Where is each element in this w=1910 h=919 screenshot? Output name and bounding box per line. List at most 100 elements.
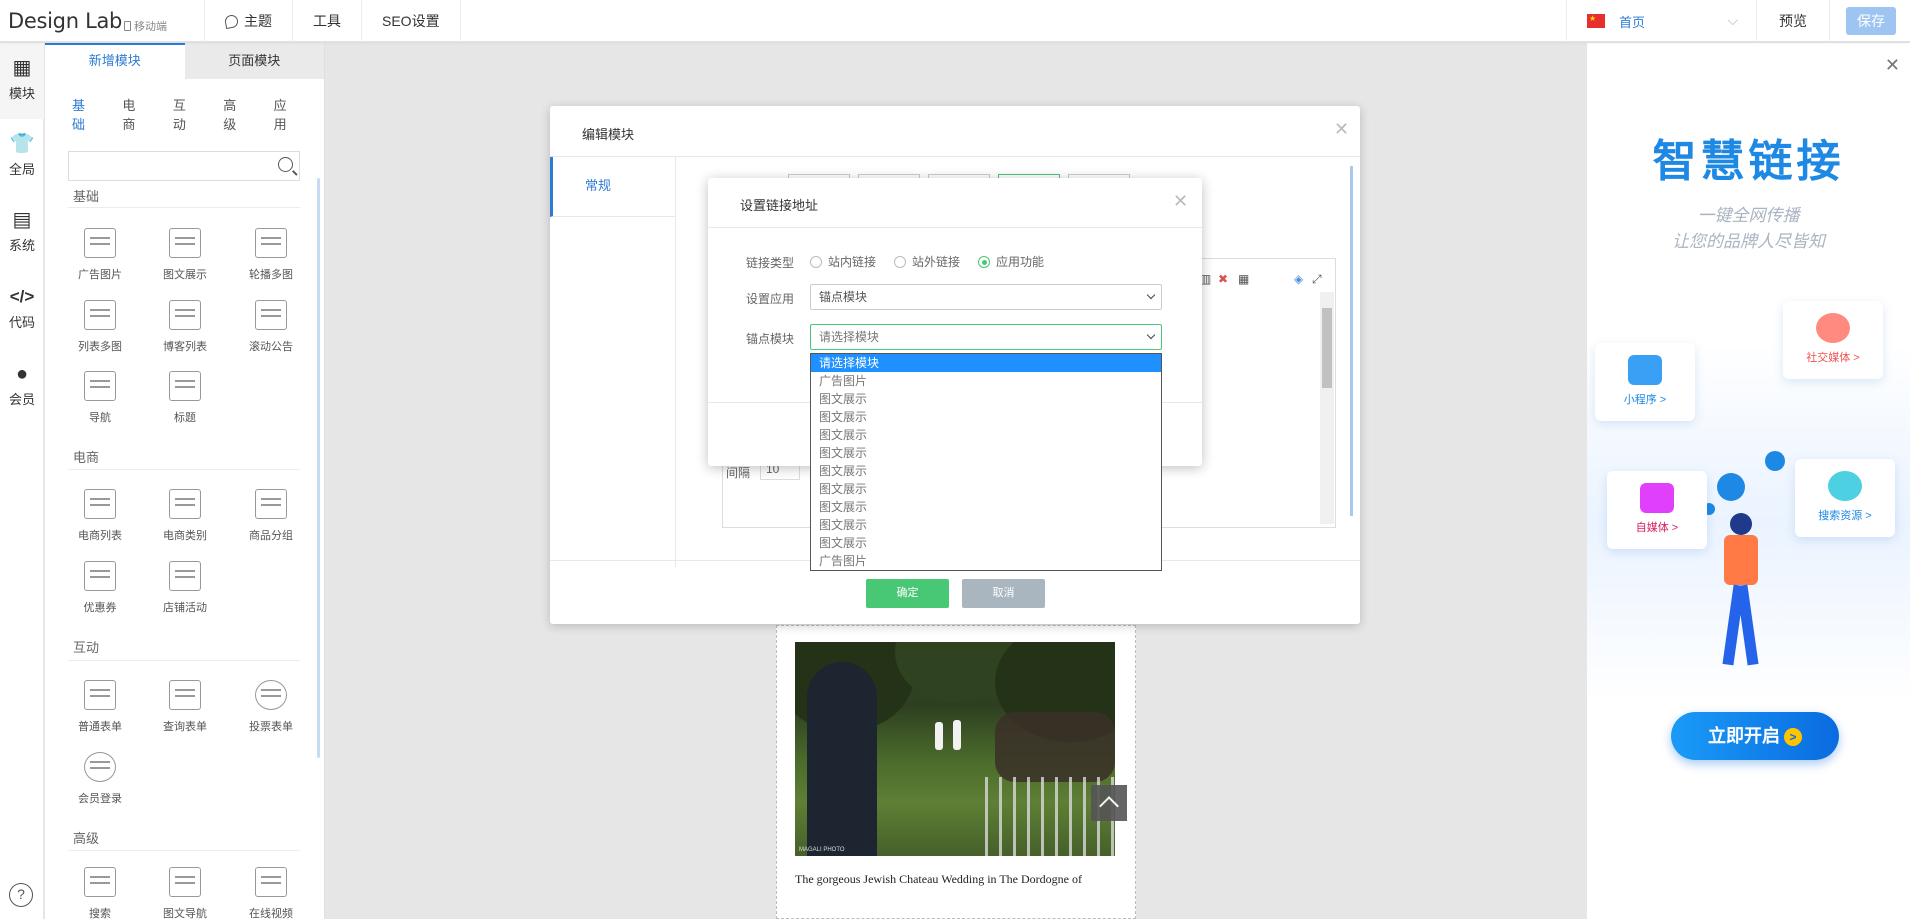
module-panel: 新增模块 页面模块 基础 电商 互动 高级 应用 基础 广告图片 图文展示 轮播…: [45, 43, 325, 919]
close-icon[interactable]: ✕: [1885, 55, 1900, 76]
module-carousel[interactable]: 轮播多图: [231, 228, 311, 282]
source-icon[interactable]: ◈: [1294, 272, 1303, 286]
tab-general[interactable]: 常规: [550, 157, 675, 217]
module-blog-list[interactable]: 博客列表: [145, 300, 225, 354]
radio-external-link[interactable]: 站外链接: [894, 253, 960, 270]
module-label: 博客列表: [163, 341, 207, 353]
scroll-to-top-button[interactable]: [1091, 785, 1127, 821]
dropdown-option[interactable]: 图文展示: [811, 408, 1161, 426]
nav-theme[interactable]: 主题: [205, 0, 293, 42]
promo-card-social-media[interactable]: 社交媒体 >: [1783, 301, 1883, 379]
module-label: 滚动公告: [249, 341, 293, 353]
save-button[interactable]: 保存: [1846, 7, 1896, 35]
canvas-image-text-block[interactable]: MAGALI PHOTO The gorgeous Jewish Chateau…: [776, 625, 1136, 919]
page-selector[interactable]: 首页 ⌵: [1566, 0, 1756, 42]
module-store-event[interactable]: 店铺活动: [145, 561, 225, 615]
radio-internal-link[interactable]: 站内链接: [810, 253, 876, 270]
radio-app-function[interactable]: 应用功能: [978, 253, 1044, 270]
rail-item-modules[interactable]: ▦ 模块: [0, 43, 44, 119]
module-panel-scrollbar[interactable]: [317, 178, 320, 758]
module-search-input[interactable]: [68, 151, 300, 181]
promo-card-mini-program[interactable]: 小程序 >: [1595, 343, 1695, 421]
grid-icon: ▦: [12, 57, 32, 79]
grid-tool-icon[interactable]: ▦: [1238, 272, 1249, 286]
nav-tools[interactable]: 工具: [293, 0, 362, 42]
module-list-images[interactable]: 列表多图: [60, 300, 140, 354]
dropdown-option[interactable]: 广告图片: [811, 552, 1161, 570]
mobile-toggle[interactable]: 移动端: [124, 18, 167, 34]
close-icon[interactable]: ✕: [1173, 192, 1188, 210]
radio-label: 站内链接: [828, 255, 877, 269]
promo-card-self-media[interactable]: 自媒体 >: [1607, 471, 1707, 549]
mobile-label: 移动端: [134, 21, 167, 33]
scroll-thumb[interactable]: [1322, 308, 1332, 388]
anchor-module-select[interactable]: 请选择模块: [810, 324, 1162, 350]
card-label: 自媒体 >: [1635, 522, 1679, 534]
promo-card-search-resources[interactable]: 搜索资源 >: [1795, 459, 1895, 537]
radio-label: 站外链接: [912, 255, 961, 269]
anchor-module-dropdown: 请选择模块 广告图片 图文展示 图文展示 图文展示 图文展示 图文展示 图文展示…: [810, 353, 1162, 571]
editor-scrollbar[interactable]: [1320, 292, 1334, 524]
blog-list-icon: [169, 300, 201, 330]
preview-button[interactable]: 预览: [1756, 0, 1830, 42]
module-video[interactable]: 在线视频: [231, 867, 311, 919]
tab-new-modules[interactable]: 新增模块: [45, 43, 185, 79]
dropdown-option[interactable]: 图文展示: [811, 462, 1161, 480]
module-label: 电商列表: [78, 530, 122, 542]
dropdown-option[interactable]: 请选择模块: [811, 354, 1161, 372]
module-vote-form[interactable]: 投票表单: [231, 680, 311, 734]
rail-item-system[interactable]: ▤ 系统: [0, 209, 44, 254]
module-title[interactable]: 标题: [145, 371, 225, 425]
close-icon[interactable]: ✕: [1334, 120, 1349, 138]
fullscreen-icon[interactable]: ⤢: [1312, 272, 1322, 287]
rail-item-code[interactable]: </> 代码: [0, 286, 44, 331]
dropdown-option[interactable]: 图文展示: [811, 516, 1161, 534]
module-form[interactable]: 普通表单: [60, 680, 140, 734]
cancel-button[interactable]: 取消: [962, 579, 1045, 608]
dropdown-option[interactable]: 广告图片: [811, 372, 1161, 390]
category-apps[interactable]: 应用: [274, 95, 298, 133]
module-search[interactable]: 搜索: [60, 867, 140, 919]
module-categories: 基础 电商 互动 高级 应用: [45, 95, 324, 133]
dropdown-option[interactable]: 图文展示: [811, 480, 1161, 498]
rail-item-global[interactable]: 👕 全局: [0, 133, 44, 178]
module-marquee[interactable]: 滚动公告: [231, 300, 311, 354]
module-product-group[interactable]: 商品分组: [231, 489, 311, 543]
module-ecom-category[interactable]: 电商类别: [145, 489, 225, 543]
module-coupon[interactable]: 优惠券: [60, 561, 140, 615]
category-interactive[interactable]: 互动: [173, 95, 197, 133]
module-ecom-list[interactable]: 电商列表: [60, 489, 140, 543]
dropdown-option[interactable]: 图文展示: [811, 390, 1161, 408]
module-member-login[interactable]: 会员登录: [60, 752, 140, 806]
module-navigation[interactable]: 导航: [60, 371, 140, 425]
dropdown-option[interactable]: 图文展示: [811, 534, 1161, 552]
remove-format-icon[interactable]: ✖: [1218, 272, 1228, 286]
anchor-module-label: 锚点模块: [746, 332, 795, 346]
module-image-text[interactable]: 图文展示: [145, 228, 225, 282]
card-label: 社交媒体 >: [1806, 352, 1860, 364]
module-label: 投票表单: [249, 721, 293, 733]
dialog-scrollbar[interactable]: [1350, 166, 1353, 516]
search-icon[interactable]: [278, 157, 293, 172]
document-icon: ▤: [12, 209, 32, 231]
category-basic[interactable]: 基础: [72, 95, 96, 133]
dropdown-option[interactable]: 图文展示: [811, 426, 1161, 444]
confirm-button[interactable]: 确定: [866, 579, 949, 608]
divider: [708, 227, 1202, 228]
module-label: 轮播多图: [249, 269, 293, 281]
nav-seo[interactable]: SEO设置: [362, 0, 461, 42]
dropdown-option[interactable]: 图文展示: [811, 444, 1161, 462]
rail-item-members[interactable]: ● 会员: [0, 363, 44, 408]
module-image-nav[interactable]: 图文导航: [145, 867, 225, 919]
help-icon[interactable]: ?: [9, 883, 33, 907]
start-now-button[interactable]: 立即开启 >: [1671, 712, 1839, 760]
set-app-select[interactable]: 锚点模块: [810, 284, 1162, 310]
tab-page-modules[interactable]: 页面模块: [184, 43, 324, 79]
chevron-down-icon: [1146, 330, 1156, 340]
module-ad-image[interactable]: 广告图片: [60, 228, 140, 282]
query-form-icon: [169, 680, 201, 710]
category-ecommerce[interactable]: 电商: [122, 95, 146, 133]
category-advanced[interactable]: 高级: [223, 95, 247, 133]
dropdown-option[interactable]: 图文展示: [811, 498, 1161, 516]
module-query-form[interactable]: 查询表单: [145, 680, 225, 734]
